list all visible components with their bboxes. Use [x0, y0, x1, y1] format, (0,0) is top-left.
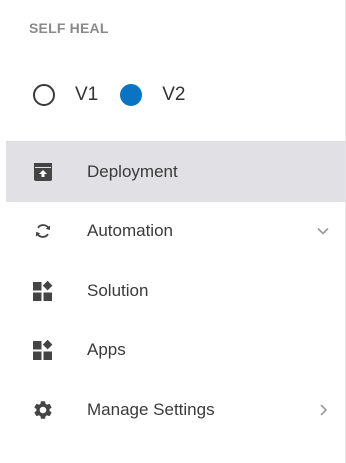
- section-title: SELF HEAL: [29, 20, 109, 36]
- widgets-icon: [31, 279, 55, 303]
- version-selector: V1 V2: [33, 83, 208, 107]
- menu-label-apps: Apps: [87, 340, 126, 360]
- sync-icon: [31, 219, 55, 243]
- chevron-down-icon[interactable]: [315, 223, 331, 239]
- gear-icon: [31, 398, 55, 422]
- menu-item-deployment[interactable]: Deployment: [6, 142, 345, 202]
- menu-label-solution: Solution: [87, 280, 149, 300]
- radio-label-v1: V1: [75, 84, 99, 105]
- side-menu: Deployment Automation Solution Apps Mana…: [6, 142, 345, 440]
- menu-label-manage-settings: Manage Settings: [87, 399, 215, 419]
- widgets-icon: [31, 338, 55, 362]
- radio-v1[interactable]: [33, 84, 55, 106]
- menu-item-automation[interactable]: Automation: [6, 202, 345, 262]
- menu-item-manage-settings[interactable]: Manage Settings: [6, 380, 345, 440]
- chevron-right-icon[interactable]: [315, 402, 331, 418]
- menu-label-deployment: Deployment: [87, 161, 178, 181]
- side-panel: SELF HEAL V1 V2 Deployment Automation So…: [0, 0, 346, 463]
- radio-v2[interactable]: [120, 84, 143, 106]
- radio-label-v2: V2: [162, 84, 186, 105]
- menu-item-solution[interactable]: Solution: [6, 261, 345, 321]
- menu-item-apps[interactable]: Apps: [6, 321, 345, 381]
- deploy-box-icon: [31, 160, 55, 184]
- menu-label-automation: Automation: [87, 221, 173, 241]
